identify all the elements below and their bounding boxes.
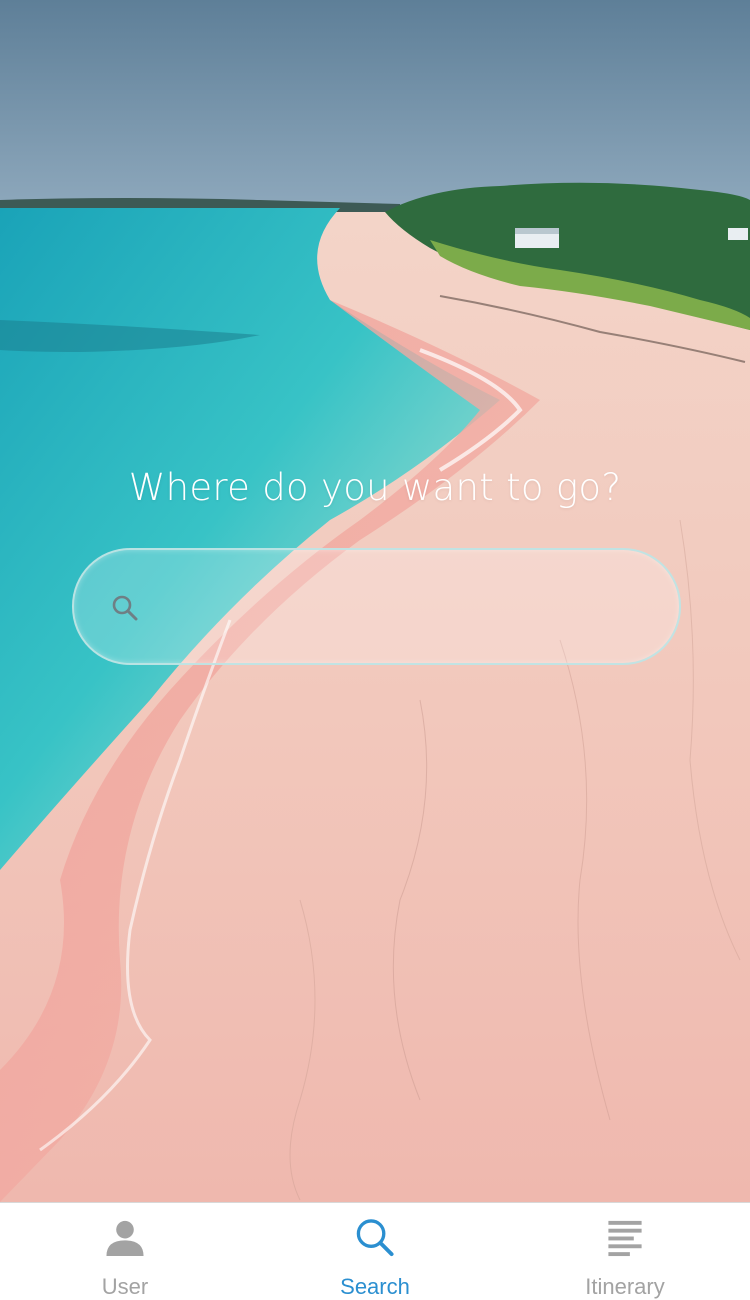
page-title: Where do you want to go?: [128, 466, 622, 509]
tab-itinerary[interactable]: Itinerary: [500, 1203, 750, 1300]
search-icon: [356, 1219, 394, 1257]
user-icon: [106, 1220, 144, 1257]
list-icon: [608, 1220, 642, 1257]
tab-itinerary-label: Itinerary: [585, 1274, 665, 1299]
search-input[interactable]: [158, 580, 638, 636]
search-icon: [112, 595, 138, 621]
tab-user-label: User: [101, 1274, 149, 1299]
tab-search-label: Search: [340, 1274, 410, 1299]
search-screen: Where do you want to go? User Search Iti…: [0, 0, 750, 1300]
tab-user[interactable]: User: [0, 1203, 250, 1300]
tab-bar: User Search Itinerary: [0, 1202, 750, 1300]
search-bar[interactable]: [72, 548, 681, 665]
tab-search[interactable]: Search: [250, 1203, 500, 1300]
